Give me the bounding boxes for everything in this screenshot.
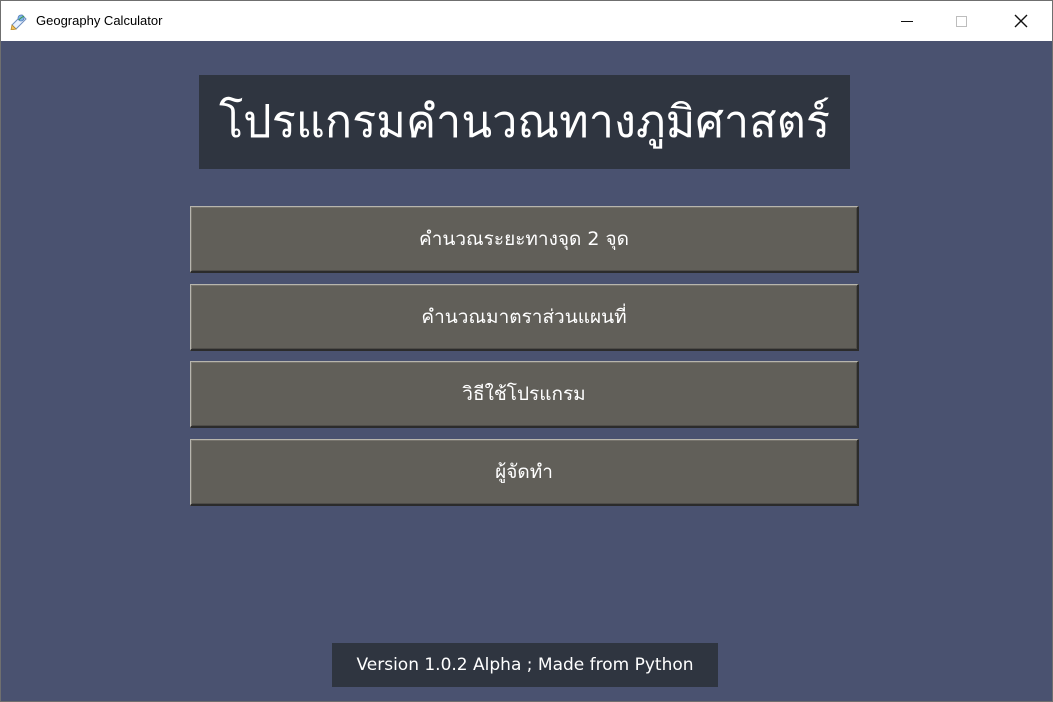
version-label: Version 1.0.2 Alpha ; Made from Python (332, 643, 718, 687)
minimize-icon (901, 20, 913, 22)
window-titlebar[interactable]: Geography Calculator (1, 1, 1052, 41)
program-instructions-button[interactable]: วิธีใช้โปรแกรม (190, 361, 859, 428)
main-content: โปรแกรมคำนวณทางภูมิศาสตร์ คำนวณระยะทางจุ… (1, 41, 1052, 701)
close-button[interactable] (998, 1, 1044, 41)
app-icon (10, 12, 28, 31)
program-heading: โปรแกรมคำนวณทางภูมิศาสตร์ (199, 75, 850, 169)
maximize-button[interactable] (938, 1, 984, 41)
window-title: Geography Calculator (36, 13, 163, 28)
close-icon (1014, 14, 1028, 28)
maximize-icon (955, 15, 967, 27)
geography-calculator-window: Geography Calculator โปรแกรมคำนวณทางภูมิ… (0, 0, 1053, 702)
creators-button[interactable]: ผู้จัดทำ (190, 439, 859, 506)
minimize-button[interactable] (884, 1, 930, 41)
calculate-distance-button[interactable]: คำนวณระยะทางจุด 2 จุด (190, 206, 859, 273)
calculate-map-scale-button[interactable]: คำนวณมาตราส่วนแผนที่ (190, 284, 859, 351)
